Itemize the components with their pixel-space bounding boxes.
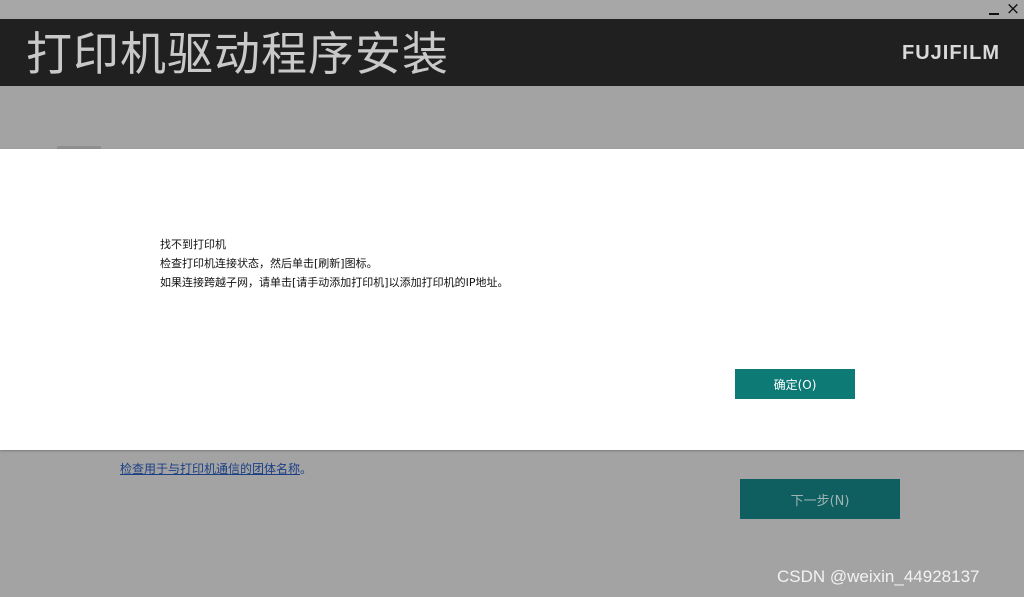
link-suffix: 。 (300, 462, 313, 476)
close-button[interactable]: × (1003, 0, 1023, 19)
dialog-message: 找不到打印机 检查打印机连接状态，然后单击[刷新]图标。 如果连接跨越子网，请单… (160, 235, 508, 292)
minimize-icon (989, 13, 999, 15)
installer-window: × 打印机驱动程序安装 FUJIFILM 检查用于与打印机通信的团体名称。 下一… (0, 0, 1024, 597)
brand-logo: FUJIFILM (902, 42, 1000, 64)
dialog-message-line: 如果连接跨越子网，请单击[请手动添加打印机]以添加打印机的IP地址。 (160, 276, 509, 289)
close-icon: × (1005, 0, 1021, 19)
ok-button[interactable]: 确定(O) (735, 369, 855, 399)
dialog-message-title: 找不到打印机 (160, 238, 226, 251)
page-title: 打印机驱动程序安装 (26, 27, 449, 81)
watermark: CSDN @weixin_44928137 (777, 567, 980, 586)
community-name-link[interactable]: 检查用于与打印机通信的团体名称。 (120, 460, 312, 478)
next-button[interactable]: 下一步(N) (740, 479, 900, 519)
app-header: 打印机驱动程序安装 FUJIFILM (0, 19, 1024, 86)
dialog-message-line: 检查打印机连接状态，然后单击[刷新]图标。 (160, 257, 378, 270)
window-title-bar: × (0, 0, 1024, 19)
minimize-button[interactable] (984, 0, 1004, 19)
printer-not-found-dialog: 找不到打印机 检查打印机连接状态，然后单击[刷新]图标。 如果连接跨越子网，请单… (0, 149, 1024, 450)
community-name-link-text[interactable]: 检查用于与打印机通信的团体名称 (120, 462, 300, 476)
